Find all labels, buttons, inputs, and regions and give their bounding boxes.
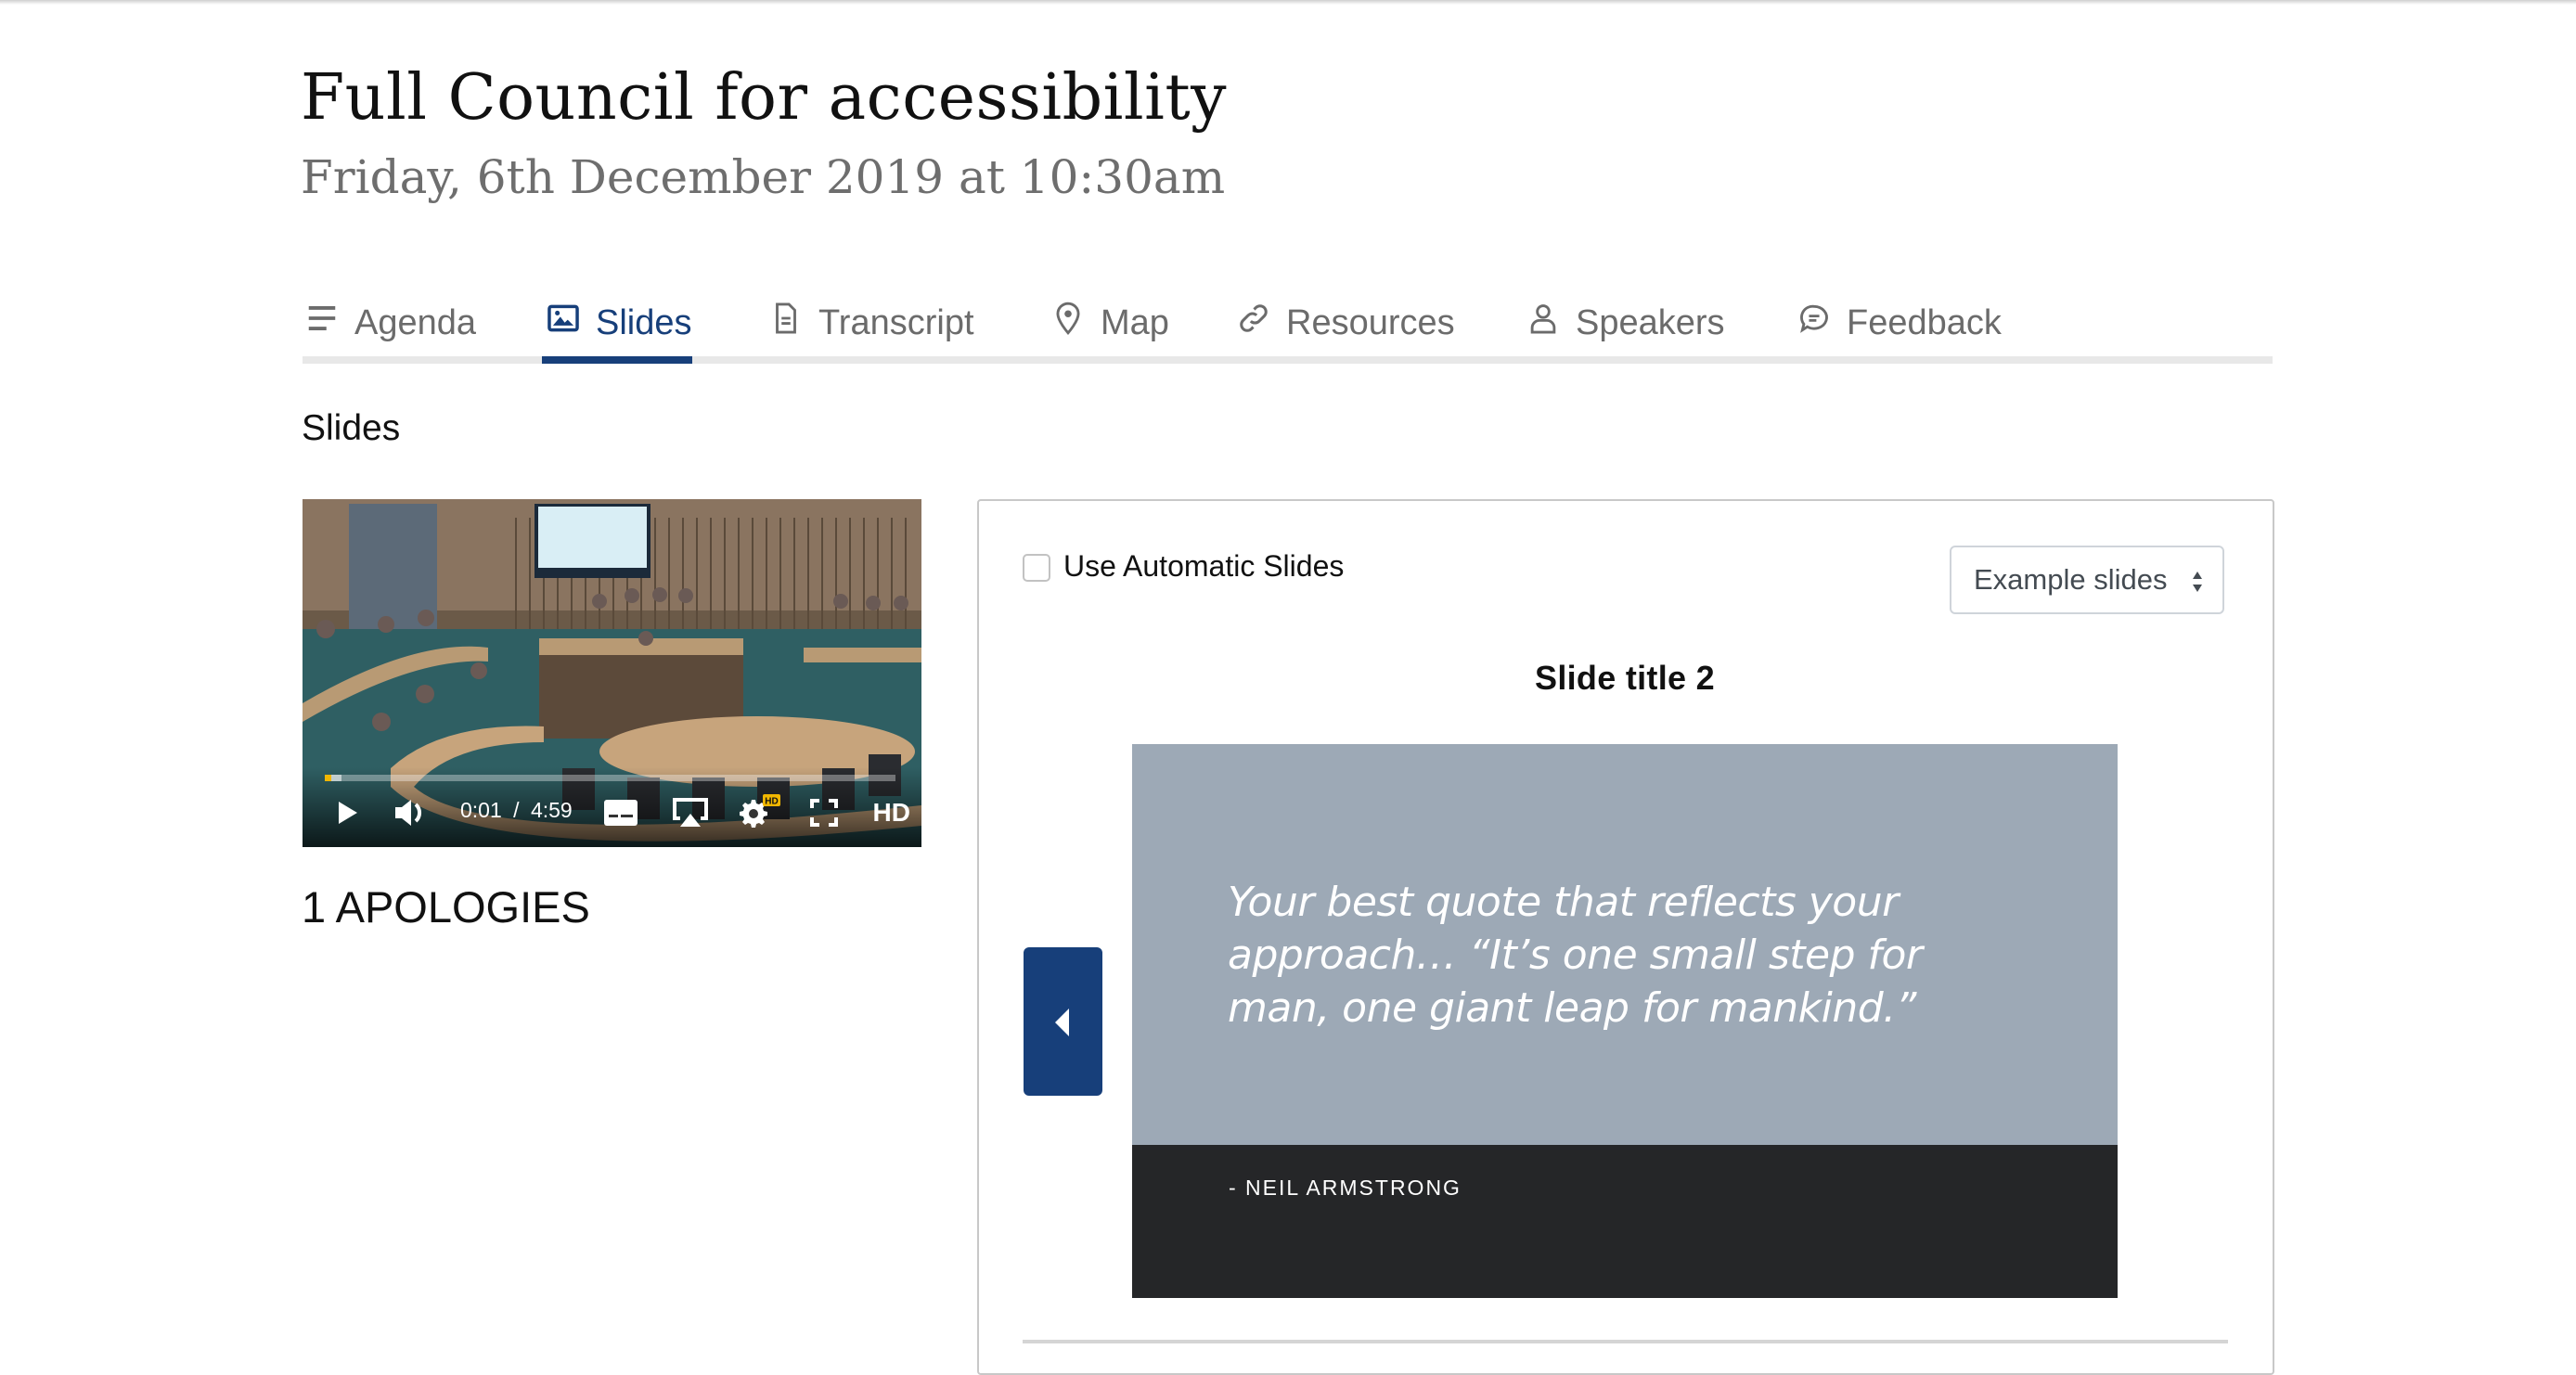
tab-transcript[interactable]: Transcript bbox=[768, 289, 974, 356]
slide-image: Your best quote that reflects your appro… bbox=[1132, 744, 2118, 1298]
quality-button[interactable]: HD bbox=[873, 798, 910, 828]
slide-quote-author: - NEIL ARMSTRONG bbox=[1229, 1176, 1462, 1200]
tab-label: Agenda bbox=[354, 302, 477, 342]
play-button[interactable] bbox=[336, 796, 360, 829]
slide-quote: Your best quote that reflects your appro… bbox=[1228, 879, 1923, 1032]
map-pin-icon bbox=[1050, 301, 1086, 345]
volume-button[interactable] bbox=[393, 796, 429, 829]
duration: 4:59 bbox=[530, 798, 573, 822]
play-icon bbox=[339, 802, 357, 824]
link-icon bbox=[1236, 301, 1271, 345]
browser-top-shadow bbox=[0, 0, 2576, 5]
active-tab-indicator bbox=[542, 356, 692, 364]
captions-button[interactable] bbox=[603, 796, 638, 829]
chevron-left-icon bbox=[1055, 1009, 1069, 1036]
slide-footer-band bbox=[1132, 1145, 2118, 1298]
airplay-icon bbox=[673, 798, 708, 827]
captions-icon bbox=[604, 800, 638, 826]
video-progress-bar[interactable] bbox=[325, 775, 895, 781]
meeting-datetime: Friday, 6th December 2019 at 10:30am bbox=[301, 150, 1226, 204]
slide-title: Slide title 2 bbox=[1535, 659, 1715, 697]
tab-map[interactable]: Map bbox=[1050, 289, 1169, 356]
tab-feedback[interactable]: Feedback bbox=[1797, 289, 2002, 356]
airplay-button[interactable] bbox=[670, 796, 711, 829]
video-player[interactable]: 0:01 / 4:59 HD HD bbox=[303, 499, 921, 847]
fullscreen-icon bbox=[810, 799, 838, 827]
current-time: 0:01 bbox=[460, 798, 502, 822]
gear-icon: HD bbox=[740, 794, 780, 828]
slide-set-select[interactable]: Example slides bbox=[1950, 546, 2224, 614]
video-progress-fill bbox=[325, 775, 332, 781]
settings-button[interactable]: HD bbox=[735, 794, 781, 829]
tab-label: Slides bbox=[596, 302, 692, 342]
page-title: Full Council for accessibility bbox=[301, 61, 1228, 135]
video-time: 0:01 / 4:59 bbox=[460, 798, 573, 823]
section-heading: Slides bbox=[302, 408, 401, 448]
tab-label: Feedback bbox=[1847, 302, 2002, 342]
settings-hd-badge: HD bbox=[765, 797, 778, 807]
list-icon bbox=[304, 301, 340, 345]
tab-label: Map bbox=[1101, 302, 1169, 342]
tab-label: Speakers bbox=[1576, 302, 1725, 342]
tab-slides[interactable]: Slides bbox=[542, 289, 692, 364]
user-icon bbox=[1526, 301, 1561, 345]
panel-divider bbox=[1023, 1340, 2228, 1343]
fullscreen-button[interactable] bbox=[810, 796, 838, 829]
tab-speakers[interactable]: Speakers bbox=[1526, 289, 1725, 356]
volume-icon bbox=[395, 800, 422, 826]
chat-icon bbox=[1797, 301, 1832, 345]
tab-resources[interactable]: Resources bbox=[1236, 289, 1455, 356]
auto-slides-checkbox[interactable] bbox=[1023, 554, 1050, 582]
document-icon bbox=[768, 301, 804, 345]
previous-slide-button[interactable] bbox=[1024, 947, 1102, 1096]
time-separator: / bbox=[513, 798, 520, 822]
agenda-item-title: 1 APOLOGIES bbox=[302, 882, 590, 932]
tab-bar: Agenda Slides Transcript Map Resources S… bbox=[303, 289, 2273, 364]
tab-label: Transcript bbox=[818, 302, 974, 342]
select-arrows-icon bbox=[2193, 572, 2202, 592]
slide-set-value: Example slides bbox=[1974, 563, 2168, 596]
auto-slides-label[interactable]: Use Automatic Slides bbox=[1063, 549, 1344, 584]
tab-agenda[interactable]: Agenda bbox=[304, 289, 476, 356]
tab-label: Resources bbox=[1286, 302, 1455, 342]
image-icon bbox=[546, 301, 581, 345]
